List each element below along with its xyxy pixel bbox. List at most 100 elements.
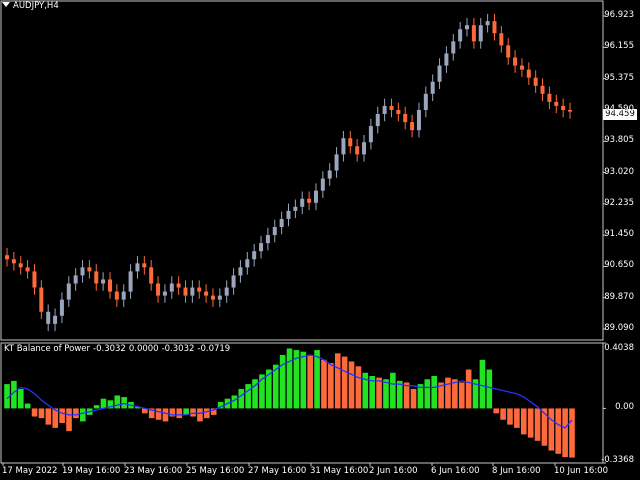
candle-body [32,271,37,288]
price-tick-label: 96.923 [604,10,634,20]
bop-bar [520,408,527,435]
candle-body [142,263,147,268]
candle-body [210,295,215,300]
candle-body [53,315,58,324]
bop-bar [121,397,127,409]
candle-body [362,142,367,155]
candle-body [300,198,305,207]
candle-body [231,275,236,288]
bop-histogram [4,348,575,458]
bop-bar [38,408,45,419]
candle-body [87,267,92,272]
candle-body [465,25,470,30]
symbol-text: AUDJPY,H4 [13,1,59,11]
bop-bar [93,405,100,409]
candle-body [59,299,64,316]
bop-bar [548,408,555,451]
bop-bar [245,384,251,409]
candle-body [238,267,243,276]
candle-body [307,198,312,203]
candle-body [114,291,119,300]
bop-bar [507,408,513,425]
candle-body [355,146,360,155]
time-tick-label: 17 May 2022 [2,466,58,476]
price-tick-label: 89.870 [604,291,634,302]
candle-body [368,126,373,143]
bop-bar [59,408,65,424]
price-tick-label: 96.155 [604,41,634,52]
bop-bar [162,408,169,422]
bop-bar [190,408,196,417]
candle-body [245,259,250,268]
price-tick-label: 92.235 [604,197,634,208]
bop-bar [17,388,24,409]
candle-body [561,105,566,110]
candle-body [135,263,140,272]
candle-body [375,114,380,127]
candle-body [341,138,346,155]
bop-bar [348,361,355,409]
bop-bar [479,359,486,409]
price-tick-label: 93.020 [604,166,634,177]
price-pane-border [0,0,604,341]
candle-body [5,255,9,260]
time-tick-label: 23 May 16:00 [124,466,183,476]
dropdown-triangle-icon [2,2,10,7]
candle-body [162,291,167,296]
indicator-value-1: -0.3032 [93,344,126,354]
bop-bar [452,379,458,409]
bop-bar [45,408,52,425]
candle-body [444,53,449,66]
candle-body [526,69,531,78]
candle-body [107,279,112,292]
bop-bar [569,408,575,458]
bop-bar [383,379,389,409]
candle-body [396,109,401,114]
candle-body [327,170,332,179]
candle-body [94,271,99,284]
time-tick-label: 10 Jun 16:00 [554,466,608,476]
time-tick-label: 25 May 16:00 [186,466,245,476]
candle-body [176,283,181,288]
candle-body [471,25,476,42]
bop-bar [514,408,520,428]
candle-body [513,57,518,66]
candle-body [18,263,23,268]
candle-body [169,283,174,292]
indicator-value-4: -0.0719 [197,344,231,354]
bop-bar [24,403,31,409]
bop-bar [410,388,417,409]
bop-bar [431,376,437,409]
bop-bar [238,388,245,409]
candle-body [101,279,106,284]
candle-body [265,235,270,244]
candle-body [217,295,222,300]
indicator-tick-label: -0.3368 [601,455,634,465]
time-tick-label: 2 Jun 16:00 [369,466,418,476]
bop-bar [493,408,500,414]
price-candles [5,13,572,332]
indicator-tick-label: 0.00 [615,402,634,413]
candle-body [547,93,552,102]
candle-body [389,105,394,110]
candle-body [506,45,511,58]
time-tick-label: 31 May 16:00 [310,466,369,476]
bop-bar [458,382,465,409]
indicator-value-3: -0.3032 [161,344,195,354]
bop-bar [73,408,79,419]
bop-bar [341,356,348,409]
bop-bar [114,395,121,409]
bop-bar [314,350,320,409]
symbol-label[interactable]: AUDJPY,H4 [2,1,59,11]
chart-canvas[interactable] [0,0,640,480]
candle-body [66,283,71,300]
candle-body [348,138,353,147]
candle-body [121,291,126,300]
candle-body [430,81,435,94]
bop-bar [376,377,382,409]
price-tick-label: 95.375 [604,72,634,83]
candle-body [39,287,44,312]
candle-body [204,291,209,296]
bop-bar [66,408,72,432]
time-tick-label: 8 Jun 16:00 [492,466,541,476]
